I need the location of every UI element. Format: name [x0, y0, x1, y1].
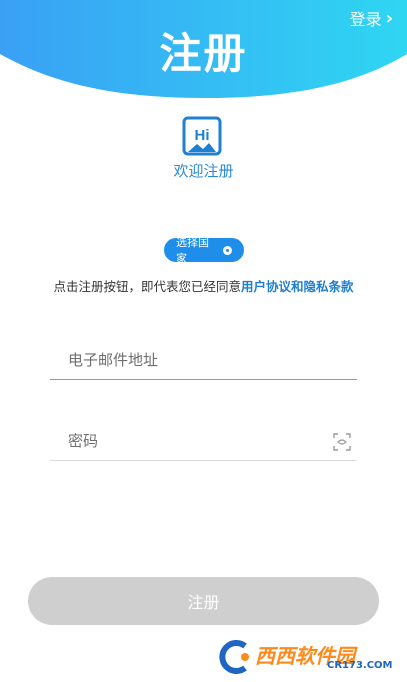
- app-logo-icon: Hi: [182, 116, 222, 156]
- register-button[interactable]: 注册: [28, 577, 379, 625]
- email-input[interactable]: [50, 340, 357, 379]
- welcome-text: 欢迎注册: [173, 162, 234, 180]
- location-pin-icon: [223, 245, 232, 255]
- header-banner: 登录 › 注册: [0, 0, 407, 100]
- agreement-prefix: 点击注册按钮，即代表您已经同意: [53, 279, 241, 294]
- logo-text: Hi: [195, 127, 210, 144]
- select-country-button[interactable]: 选择国家: [164, 236, 244, 265]
- watermark-logo-icon: [219, 640, 249, 674]
- email-field-container: [50, 340, 357, 380]
- watermark-subtext: CR173.COM: [327, 660, 393, 671]
- agreement-link[interactable]: 用户协议和隐私条款: [241, 279, 354, 294]
- page-title: 注册: [159, 29, 248, 78]
- watermark: 西西软件园 CR173.COM: [215, 638, 395, 676]
- password-field-container: [50, 421, 357, 461]
- password-input[interactable]: [50, 421, 357, 460]
- password-visibility-icon[interactable]: [333, 433, 351, 451]
- agreement-text: 点击注册按钮，即代表您已经同意用户协议和隐私条款: [0, 276, 407, 295]
- select-country-label: 选择国家: [176, 236, 209, 265]
